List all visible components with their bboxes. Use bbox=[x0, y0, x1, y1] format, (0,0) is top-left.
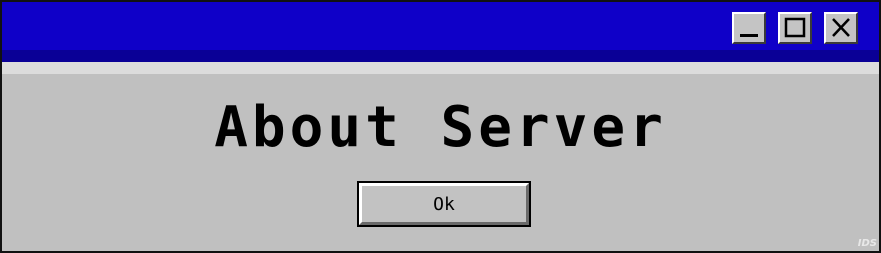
corner-watermark: IDS bbox=[857, 238, 877, 249]
close-button[interactable] bbox=[824, 12, 858, 44]
title-bar-underline bbox=[2, 50, 879, 62]
about-server-window: About Server Ok IDS bbox=[0, 0, 881, 253]
dialog-heading: About Server bbox=[214, 95, 667, 160]
maximize-icon bbox=[784, 17, 806, 38]
close-icon bbox=[832, 18, 850, 37]
ok-button-label: Ok bbox=[359, 183, 529, 225]
title-separator bbox=[2, 62, 879, 74]
minimize-button[interactable] bbox=[732, 12, 766, 44]
minimize-icon bbox=[740, 34, 758, 37]
maximize-button[interactable] bbox=[778, 12, 812, 44]
dialog-content: About Server Ok bbox=[2, 74, 879, 251]
ok-button[interactable]: Ok bbox=[357, 181, 531, 227]
title-bar[interactable] bbox=[2, 2, 879, 50]
